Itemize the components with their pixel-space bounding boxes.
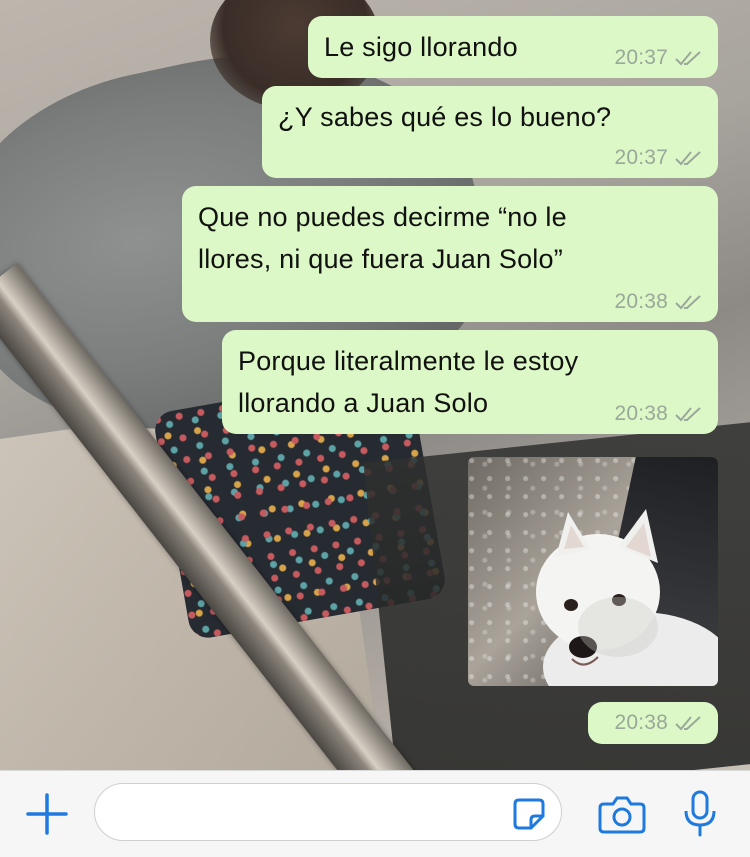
image-time-bubble: 20:38 <box>588 702 718 744</box>
double-check-icon <box>675 716 701 731</box>
message-time: 20:38 <box>614 402 668 425</box>
double-check-icon <box>675 295 701 310</box>
camera-icon[interactable] <box>598 794 646 834</box>
message-meta: 20:38 <box>614 290 704 314</box>
message-meta: 20:37 <box>614 146 704 170</box>
message-text: ¿Y sabes qué es lo bueno? <box>278 102 612 132</box>
double-check-icon <box>675 51 701 66</box>
double-check-icon <box>675 407 701 422</box>
message-text: Porque literalmente le estoy llorando a … <box>238 346 579 418</box>
message-time: 20:38 <box>614 711 668 734</box>
image-message[interactable] <box>468 457 718 686</box>
dog-image <box>536 509 718 686</box>
sticker-icon[interactable] <box>511 796 547 832</box>
message-input-field[interactable] <box>94 783 562 841</box>
message-input[interactable] <box>115 796 499 830</box>
message-meta: 20:38 <box>614 711 704 735</box>
double-check-icon <box>675 151 701 166</box>
composer-bar <box>0 770 750 857</box>
message-time: 20:38 <box>614 290 668 313</box>
microphone-icon[interactable] <box>682 789 718 839</box>
message-time: 20:37 <box>614 46 668 69</box>
message-time: 20:37 <box>614 146 668 169</box>
message-meta: 20:38 <box>614 402 704 426</box>
plus-icon[interactable] <box>24 791 70 837</box>
message-text: Le sigo llorando <box>324 32 518 62</box>
message-bubble[interactable]: Que no puedes decirme “no le llores, ni … <box>182 186 718 322</box>
message-text: Que no puedes decirme “no le llores, ni … <box>198 202 567 274</box>
message-bubble[interactable]: ¿Y sabes qué es lo bueno? 20:37 <box>262 86 718 178</box>
message-bubble[interactable]: Le sigo llorando 20:37 <box>308 16 718 78</box>
message-meta: 20:37 <box>614 46 704 70</box>
message-bubble[interactable]: Porque literalmente le estoy llorando a … <box>222 330 718 434</box>
